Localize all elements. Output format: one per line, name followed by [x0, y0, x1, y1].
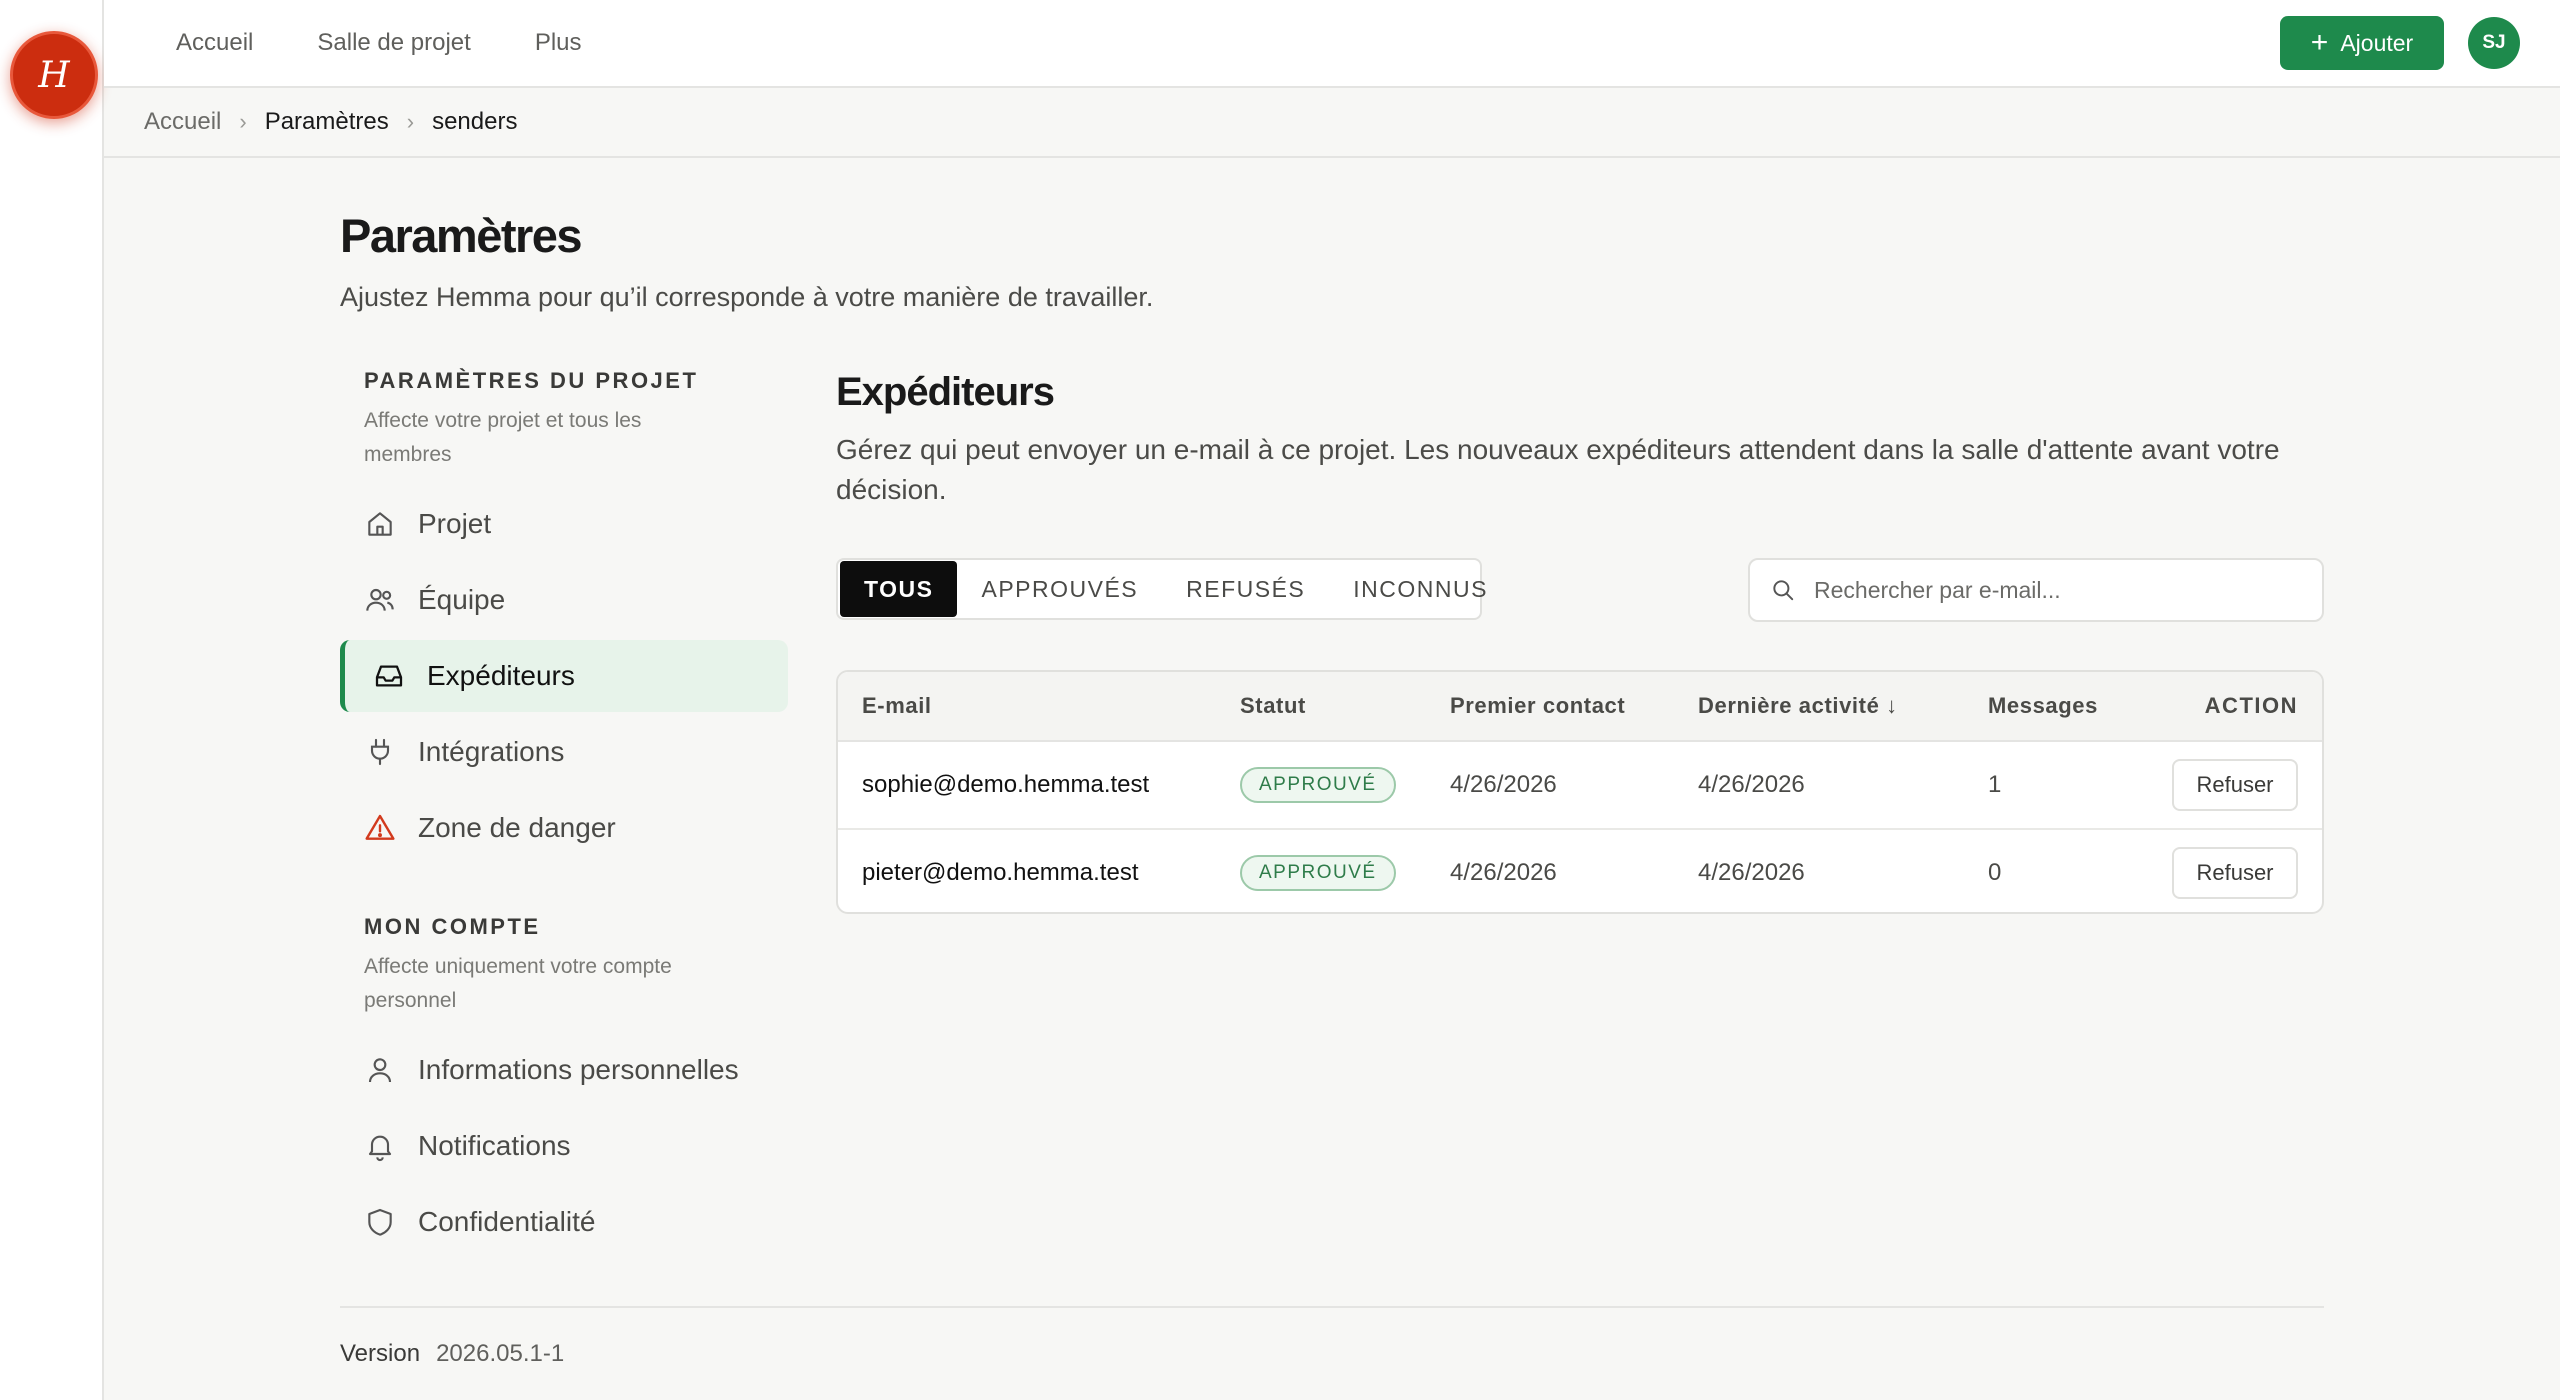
status-badge: APPROUVÉ — [1240, 767, 1396, 803]
search-icon — [1773, 580, 1794, 601]
top-bar: Accueil Salle de projet Plus + Ajouter S… — [104, 0, 2560, 88]
version-number: 2026.05.1-1 — [436, 1340, 565, 1367]
topnav-more[interactable]: Plus — [535, 29, 582, 57]
inbox-icon — [373, 660, 405, 692]
first-contact-date: 4/26/2026 — [1450, 859, 1557, 886]
column-last-activity[interactable]: Dernière activité ↓ — [1698, 672, 1898, 740]
sidebar-item-label: Notifications — [418, 1130, 571, 1161]
top-nav: Accueil Salle de projet Plus — [176, 0, 582, 86]
breadcrumb-current: senders — [432, 108, 518, 135]
app-logo[interactable]: H — [10, 31, 98, 119]
search-placeholder: Rechercher par e-mail... — [1814, 576, 2061, 603]
project-section-description: Affecte votre projet et tous les membres — [364, 409, 642, 466]
avatar[interactable]: SJ — [2468, 17, 2520, 69]
divider — [104, 156, 2560, 158]
sidebar-item-notifications[interactable]: Notifications — [340, 1110, 788, 1182]
sidebar-item-personal-info[interactable]: Informations personnelles — [340, 1034, 788, 1106]
section-title: Expéditeurs — [836, 370, 1055, 414]
sender-email: sophie@demo.hemma.test — [862, 771, 1150, 798]
tab-unknown[interactable]: INCONNUS — [1329, 561, 1512, 617]
bell-icon — [364, 1130, 396, 1162]
tab-all[interactable]: TOUS — [840, 561, 958, 617]
footer-divider — [340, 1306, 2324, 1308]
sidebar-item-senders[interactable]: Expéditeurs — [340, 640, 788, 712]
section-description: Gérez qui peut envoyer un e-mail à ce pr… — [836, 434, 2280, 505]
plus-icon: + — [2310, 26, 2329, 59]
column-status[interactable]: Statut — [1240, 672, 1306, 740]
topnav-project-room[interactable]: Salle de projet — [317, 29, 470, 57]
plug-icon — [364, 736, 396, 768]
sidebar-item-danger-zone[interactable]: Zone de danger — [340, 792, 788, 864]
filter-tabs: TOUS APPROUVÉS REFUSÉS INCONNUS — [836, 558, 1486, 620]
message-count: 1 — [1988, 771, 2002, 798]
project-section-title: PARAMÈTRES DU PROJET — [364, 368, 699, 393]
column-first-contact[interactable]: Premier contact — [1450, 672, 1625, 740]
shield-icon — [364, 1206, 396, 1238]
users-icon — [364, 584, 396, 616]
user-icon — [364, 1054, 396, 1086]
sidebar-item-label: Expéditeurs — [427, 660, 575, 691]
sidebar-item-label: Zone de danger — [418, 812, 616, 843]
table-header: E-mail Statut Premier contact Dernière a… — [838, 672, 2322, 742]
sidebar-item-integrations[interactable]: Intégrations — [340, 716, 788, 788]
last-activity-date: 4/26/2026 — [1698, 771, 1805, 798]
last-activity-date: 4/26/2026 — [1698, 859, 1805, 886]
sender-email: pieter@demo.hemma.test — [862, 859, 1139, 886]
message-count: 0 — [1988, 859, 2002, 886]
footer: Version 2026.05.1-1 — [340, 1340, 564, 1368]
sidebar-item-label: Confidentialité — [418, 1206, 596, 1237]
refuse-button[interactable]: Refuser — [2172, 759, 2298, 811]
sidebar-item-label: Informations personnelles — [418, 1054, 739, 1085]
version-label: Version — [340, 1340, 421, 1367]
sidebar-item-project[interactable]: Projet — [340, 488, 788, 560]
sidebar-item-label: Intégrations — [418, 736, 565, 767]
chevron-right-icon: › — [239, 109, 247, 134]
warning-icon — [364, 812, 396, 844]
account-section-description: Affecte uniquement votre compte personne… — [364, 955, 672, 1012]
sidebar-item-label: Équipe — [418, 584, 506, 615]
senders-table: E-mail Statut Premier contact Dernière a… — [836, 670, 2324, 914]
sidebar-item-team[interactable]: Équipe — [340, 564, 788, 636]
topnav-home[interactable]: Accueil — [176, 29, 253, 57]
table-row: sophie@demo.hemma.test APPROUVÉ 4/26/202… — [838, 742, 2322, 830]
breadcrumb-home[interactable]: Accueil — [144, 108, 221, 136]
table-row: pieter@demo.hemma.test APPROUVÉ 4/26/202… — [838, 830, 2322, 912]
search-input[interactable]: Rechercher par e-mail... — [1748, 558, 2324, 622]
column-email[interactable]: E-mail — [862, 672, 932, 740]
account-section-title: MON COMPTE — [364, 914, 541, 939]
add-button-label: Ajouter — [2340, 29, 2414, 56]
tab-approved[interactable]: APPROUVÉS — [957, 561, 1162, 617]
first-contact-date: 4/26/2026 — [1450, 771, 1557, 798]
home-icon — [364, 508, 396, 540]
breadcrumb-settings[interactable]: Paramètres — [265, 108, 389, 136]
sidebar-item-privacy[interactable]: Confidentialité — [340, 1186, 788, 1258]
column-messages[interactable]: Messages — [1988, 672, 2098, 740]
refuse-button[interactable]: Refuser — [2172, 847, 2298, 899]
sidebar-item-label: Projet — [418, 508, 492, 539]
add-button[interactable]: + Ajouter — [2280, 16, 2444, 70]
column-action: ACTION — [2204, 693, 2298, 718]
breadcrumb: Accueil › Paramètres › senders — [144, 88, 517, 156]
page-subtitle: Ajustez Hemma pour qu’il corresponde à v… — [340, 282, 1154, 312]
tab-refused[interactable]: REFUSÉS — [1162, 561, 1329, 617]
app-rail: H — [0, 0, 104, 1400]
page-title: Paramètres — [340, 209, 583, 262]
status-badge: APPROUVÉ — [1240, 855, 1396, 891]
chevron-right-icon: › — [406, 109, 415, 134]
